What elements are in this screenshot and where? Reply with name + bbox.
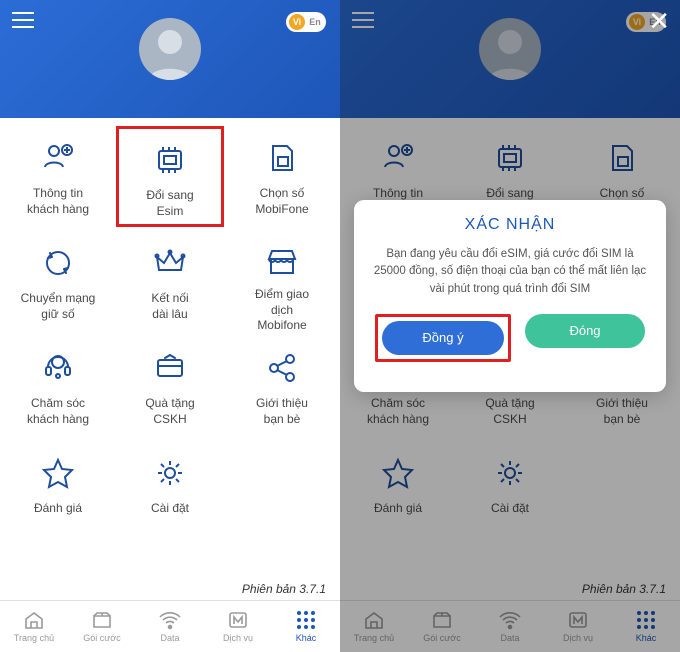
menu-port[interactable]: Chuyển mạng giữ số [2, 229, 114, 334]
menu-care[interactable]: Chăm sóc khách hàng [2, 334, 114, 439]
modal-actions: Đồng ý Đóng [372, 314, 648, 362]
confirm-button[interactable]: Đồng ý [382, 321, 504, 355]
m-icon [227, 610, 249, 630]
tab-service[interactable]: Dịch vụ [204, 601, 272, 652]
lang-vi[interactable]: Vi [289, 14, 305, 30]
tab-other[interactable]: Khác [272, 601, 340, 652]
menu-store[interactable]: Điểm giao dịch Mobifone [226, 229, 338, 334]
refresh-icon [38, 243, 78, 283]
tab-home[interactable]: Trang chủ [0, 601, 68, 652]
menu-rate[interactable]: Đánh giá [2, 439, 114, 544]
language-toggle[interactable]: Vi En [286, 12, 326, 32]
phone-right: Vi En Thông tin khách hàng Đổi sang Esim… [340, 0, 680, 652]
menu-label: Thông tin khách hàng [27, 186, 89, 217]
headset-icon [38, 348, 78, 388]
menu-number[interactable]: Chọn số MobiFone [226, 124, 338, 229]
menu-label: Kết nối dài lâu [151, 291, 188, 322]
header: Vi En [0, 0, 340, 118]
hamburger-icon[interactable] [12, 12, 34, 28]
menu-esim[interactable]: Đổi sang Esim [116, 126, 224, 227]
sim-icon [262, 138, 302, 178]
menu-label: Chọn số MobiFone [255, 186, 308, 217]
gear-icon [150, 453, 190, 493]
menu-label: Chăm sóc khách hàng [27, 396, 89, 427]
store-icon [262, 243, 302, 279]
menu-gift[interactable]: Quà tặng CSKH [114, 334, 226, 439]
box-icon [91, 610, 113, 630]
home-icon [23, 610, 45, 630]
menu-settings[interactable]: Cài đặt [114, 439, 226, 544]
tab-label: Dịch vụ [223, 633, 253, 643]
gift-card-icon [150, 348, 190, 388]
tab-label: Data [160, 633, 179, 643]
menu-connect[interactable]: Kết nối dài lâu [114, 229, 226, 334]
menu-label: Đổi sang Esim [146, 188, 193, 219]
cancel-button[interactable]: Đóng [525, 314, 645, 348]
menu-label: Chuyển mạng giữ số [21, 291, 96, 322]
menu-label: Quà tặng CSKH [145, 396, 194, 427]
confirm-highlight: Đồng ý [375, 314, 511, 362]
chip-icon [150, 140, 190, 180]
tabbar: Trang chủ Gói cước Data Dịch vụ Khác [0, 600, 340, 652]
tab-label: Trang chủ [14, 633, 54, 643]
close-icon[interactable]: ✕ [648, 6, 670, 37]
tab-label: Khác [296, 633, 317, 643]
modal-body: Bạn đang yêu cầu đổi eSIM, giá cước đổi … [372, 246, 648, 298]
menu-refer[interactable]: Giới thiệu bạn bè [226, 334, 338, 439]
menu-label: Điểm giao dịch Mobifone [255, 287, 309, 334]
crown-icon [150, 243, 190, 283]
phone-left: Vi En Thông tin khách hàng Đổi sang Esim… [0, 0, 340, 652]
tab-plan[interactable]: Gói cước [68, 601, 136, 652]
star-icon [38, 453, 78, 493]
user-gear-icon [38, 138, 78, 178]
menu-info[interactable]: Thông tin khách hàng [2, 124, 114, 229]
menu-grid: Thông tin khách hàng Đổi sang Esim Chọn … [0, 118, 340, 576]
modal-title: XÁC NHẬN [372, 216, 648, 234]
lang-en[interactable]: En [307, 14, 323, 30]
avatar[interactable] [139, 18, 201, 80]
share-icon [262, 348, 302, 388]
menu-label: Giới thiệu bạn bè [256, 396, 308, 427]
tab-label: Gói cước [83, 633, 120, 643]
grid-dots-icon [295, 610, 317, 630]
version-label: Phiên bản 3.7.1 [0, 576, 340, 600]
menu-label: Đánh giá [34, 501, 82, 517]
confirm-modal: XÁC NHẬN Bạn đang yêu cầu đổi eSIM, giá … [354, 200, 666, 392]
menu-label: Cài đặt [151, 501, 189, 517]
tab-data[interactable]: Data [136, 601, 204, 652]
signal-icon [159, 610, 181, 630]
